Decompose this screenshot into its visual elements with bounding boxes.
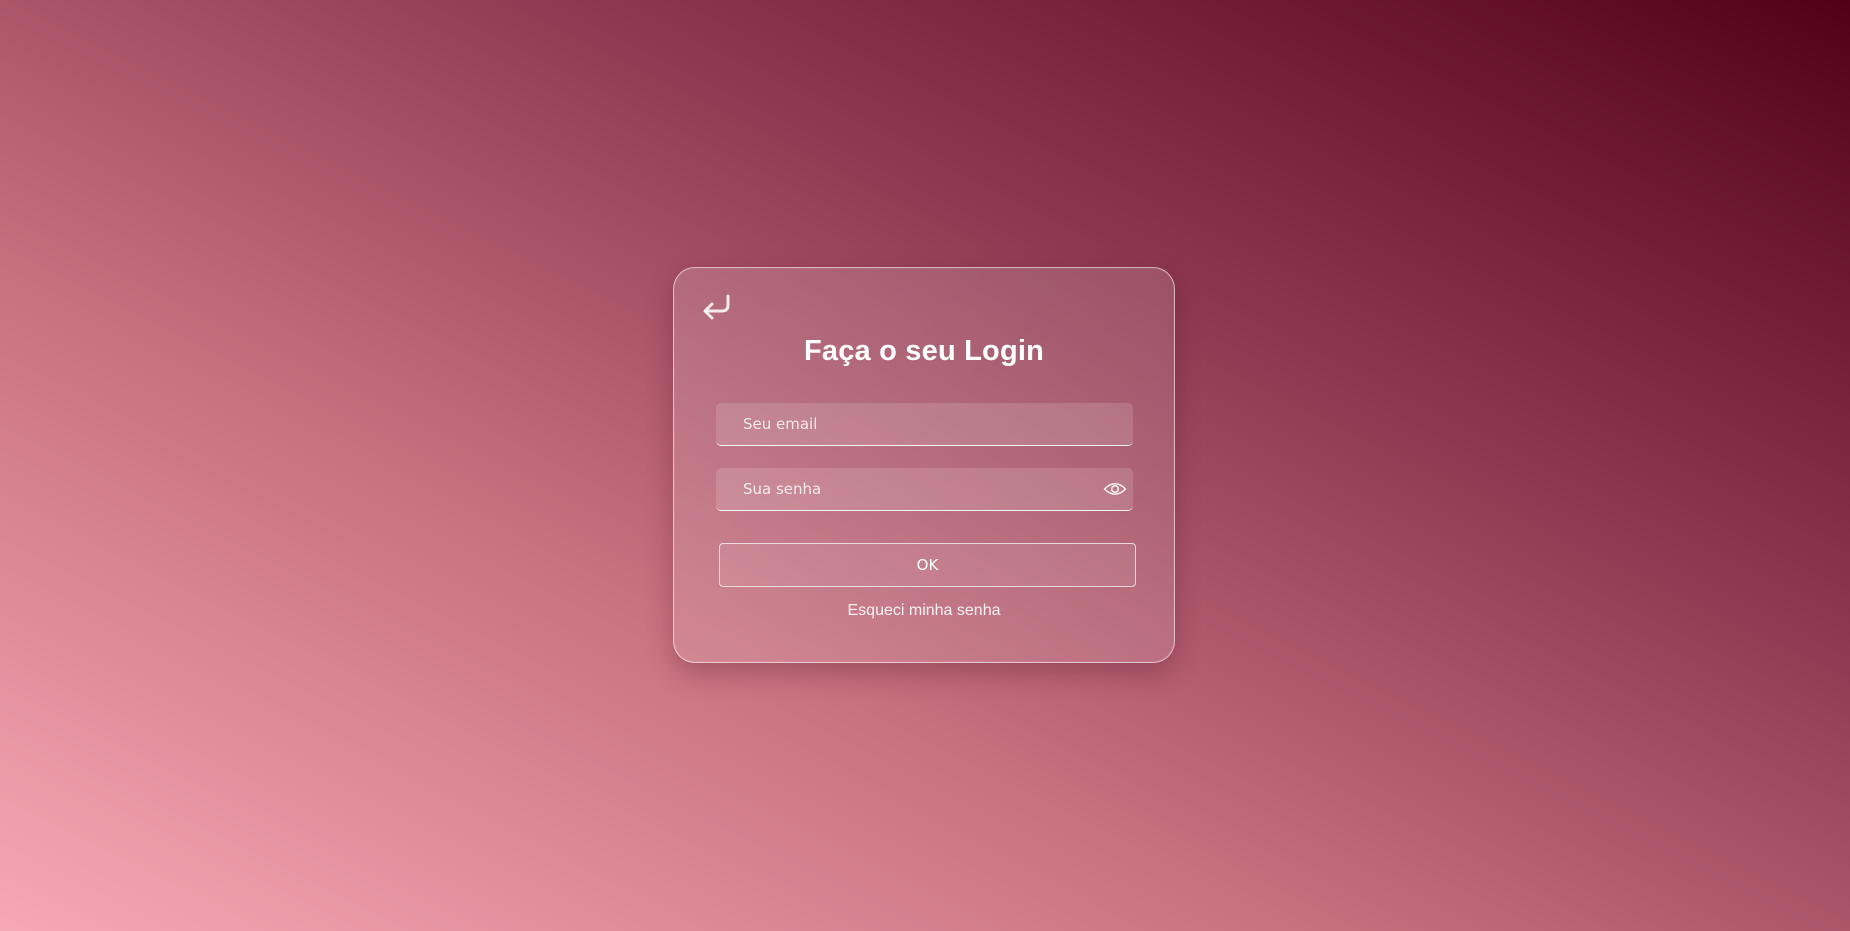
eye-icon[interactable] xyxy=(1103,481,1127,497)
page-background: { "login": { "title": "Faça o seu Login"… xyxy=(0,0,1850,931)
forgot-password-link[interactable]: Esqueci minha senha xyxy=(674,602,1174,620)
password-field[interactable] xyxy=(716,468,1133,510)
login-card: Faça o seu Login OK Esqueci minha senha xyxy=(673,267,1175,663)
back-arrow-icon[interactable] xyxy=(700,290,732,320)
page-title: Faça o seu Login xyxy=(803,335,1045,367)
email-field[interactable] xyxy=(716,403,1133,445)
email-field-container xyxy=(716,403,1133,446)
ok-button[interactable]: OK xyxy=(719,543,1136,587)
password-field-container xyxy=(716,468,1133,511)
